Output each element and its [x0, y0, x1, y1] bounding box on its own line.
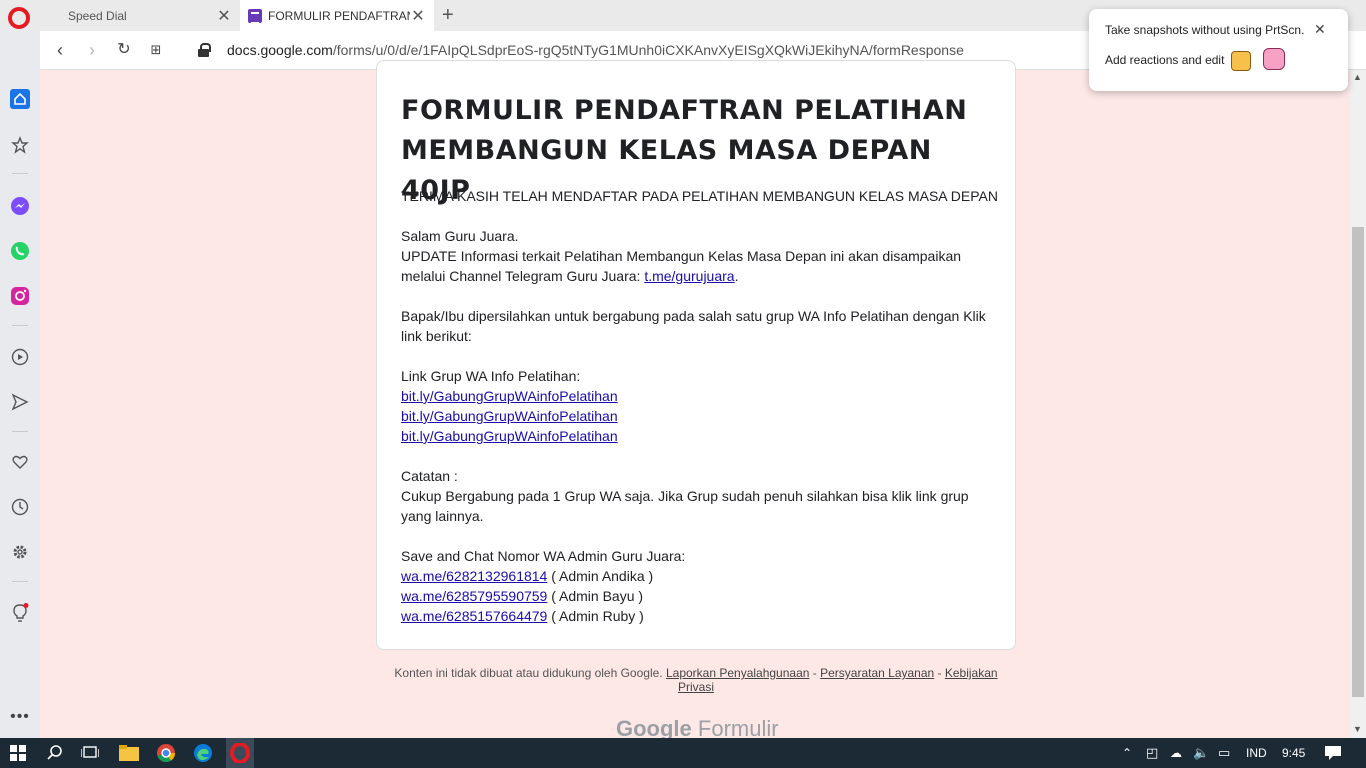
- lightbulb-icon[interactable]: [10, 603, 30, 623]
- tab-label: FORMULIR PENDAFTRAN P: [268, 8, 410, 23]
- onedrive-icon[interactable]: ☁: [1170, 743, 1182, 763]
- edge-icon[interactable]: [193, 743, 213, 763]
- popup-reactions-text: Add reactions and edit: [1105, 53, 1225, 67]
- player-icon[interactable]: [10, 347, 30, 367]
- history-clock-icon[interactable]: [10, 497, 30, 517]
- admin-row: wa.me/6285157664479 ( Admin Ruby ): [401, 606, 1001, 626]
- scroll-thumb[interactable]: [1352, 227, 1364, 697]
- sidebar-divider: [12, 173, 28, 174]
- tab-google-form[interactable]: FORMULIR PENDAFTRAN P ✕: [240, 0, 434, 31]
- telegram-link[interactable]: t.me/gurujuara: [644, 268, 734, 284]
- meet-now-icon[interactable]: ◰: [1146, 743, 1158, 763]
- back-icon[interactable]: ‹: [50, 40, 70, 60]
- wa-group-link[interactable]: bit.ly/GabungGrupWAinfoPelatihan: [401, 388, 618, 404]
- lock-icon[interactable]: [198, 43, 211, 57]
- bookmark-star-icon[interactable]: [10, 135, 30, 155]
- battery-icon[interactable]: ▭: [1218, 743, 1230, 763]
- scroll-up-icon[interactable]: ▲: [1353, 72, 1362, 82]
- invite-text: Bapak/Ibu dipersilahkan untuk bergabung …: [401, 308, 986, 344]
- search-icon[interactable]: [46, 743, 64, 763]
- whatsapp-icon[interactable]: [10, 241, 30, 261]
- admin-wa-link[interactable]: wa.me/6285795590759: [401, 588, 547, 604]
- smiley-reaction-icon[interactable]: [1231, 51, 1251, 71]
- forward-icon[interactable]: ›: [82, 40, 102, 60]
- close-tab-icon[interactable]: ✕: [216, 6, 232, 26]
- admin-label: Save and Chat Nomor WA Admin Guru Juara:: [401, 548, 686, 564]
- windows-taskbar: ⌃ ◰ ☁ 🔈 ▭ IND 9:45: [0, 738, 1366, 768]
- windows-start-icon[interactable]: [10, 743, 26, 763]
- close-tab-icon[interactable]: ✕: [410, 6, 426, 26]
- reload-icon[interactable]: ↻: [114, 40, 134, 60]
- show-hidden-icons-icon[interactable]: ⌃: [1122, 743, 1132, 763]
- page-scrollbar[interactable]: ▲ ▼: [1350, 70, 1366, 738]
- admin-name: ( Admin Andika ): [547, 568, 654, 584]
- clock-time[interactable]: 9:45: [1282, 746, 1305, 760]
- wa-group-link[interactable]: bit.ly/GabungGrupWAinfoPelatihan: [401, 428, 618, 444]
- admin-row: wa.me/6285795590759 ( Admin Bayu ): [401, 586, 1001, 606]
- url-domain: docs.google.com: [227, 42, 333, 58]
- greeting-text: Salam Guru Juara.: [401, 228, 519, 244]
- scroll-down-icon[interactable]: ▼: [1353, 724, 1362, 734]
- sidebar-divider: [12, 581, 28, 582]
- terms-link[interactable]: Persyaratan Layanan: [820, 666, 934, 680]
- file-explorer-icon[interactable]: [119, 743, 139, 763]
- form-footer: Konten ini tidak dibuat atau didukung ol…: [394, 666, 998, 694]
- language-indicator[interactable]: IND: [1246, 746, 1267, 760]
- volume-icon[interactable]: 🔈: [1193, 743, 1209, 763]
- settings-gear-icon[interactable]: [10, 542, 30, 562]
- tabs-overview-icon[interactable]: ⊞: [146, 40, 166, 60]
- admin-wa-link[interactable]: wa.me/6282132961814: [401, 568, 547, 584]
- new-tab-icon[interactable]: +: [442, 4, 454, 27]
- tab-label: Speed Dial: [68, 8, 127, 23]
- snapshot-tip-popup: Take snapshots without using PrtScn. ✕ A…: [1089, 9, 1348, 91]
- disclaimer-text: Konten ini tidak dibuat atau didukung ol…: [394, 666, 663, 680]
- url-path: /forms/u/0/d/e/1FAIpQLSdprEoS-rgQ5tNTyG1…: [332, 42, 964, 58]
- admin-row: wa.me/6282132961814 ( Admin Andika ): [401, 566, 1001, 586]
- google-forms-icon: [248, 8, 262, 24]
- task-view-icon[interactable]: [81, 743, 99, 763]
- thanks-text: TERIMA KASIH TELAH MENDAFTAR PADA PELATI…: [401, 188, 998, 204]
- sidebar: •••: [0, 31, 40, 738]
- admin-name: ( Admin Ruby ): [547, 608, 644, 624]
- popup-tip-text: Take snapshots without using PrtScn.: [1105, 23, 1305, 37]
- update-paragraph: UPDATE Informasi terkait Pelatihan Memba…: [401, 248, 962, 284]
- sidebar-divider: [12, 431, 28, 432]
- cat-reaction-icon[interactable]: [1263, 48, 1285, 70]
- form-confirmation-card: FORMULIR PENDAFTRAN PELATIHAN MEMBANGUN …: [376, 60, 1016, 650]
- close-popup-icon[interactable]: ✕: [1314, 21, 1326, 38]
- instagram-icon[interactable]: [10, 286, 30, 306]
- tab-speed-dial[interactable]: Speed Dial ✕: [40, 0, 240, 31]
- sidebar-divider: [12, 325, 28, 326]
- admin-name: ( Admin Bayu ): [547, 588, 644, 604]
- opera-taskbar-icon[interactable]: [226, 738, 254, 768]
- more-options-icon[interactable]: •••: [10, 707, 30, 727]
- note-text: Cukup Bergabung pada 1 Grup WA saja. Jik…: [401, 488, 969, 524]
- messenger-icon[interactable]: [10, 196, 30, 216]
- admin-wa-link[interactable]: wa.me/6285157664479: [401, 608, 547, 624]
- chrome-icon[interactable]: [156, 743, 176, 763]
- wa-group-label: Link Grup WA Info Pelatihan:: [401, 368, 581, 384]
- confirmation-message: TERIMA KASIH TELAH MENDAFTAR PADA PELATI…: [401, 186, 1001, 626]
- flow-send-icon[interactable]: [10, 392, 30, 412]
- wa-group-link[interactable]: bit.ly/GabungGrupWAinfoPelatihan: [401, 408, 618, 424]
- notifications-icon[interactable]: [1324, 743, 1342, 763]
- heart-icon[interactable]: [10, 452, 30, 472]
- url-field[interactable]: docs.google.com/forms/u/0/d/e/1FAIpQLSdp…: [227, 42, 964, 58]
- opera-logo-icon[interactable]: [8, 7, 30, 29]
- speed-dial-icon: [48, 9, 62, 23]
- report-abuse-link[interactable]: Laporkan Penyalahgunaan: [666, 666, 809, 680]
- note-label: Catatan :: [401, 468, 458, 484]
- home-icon[interactable]: [10, 89, 30, 109]
